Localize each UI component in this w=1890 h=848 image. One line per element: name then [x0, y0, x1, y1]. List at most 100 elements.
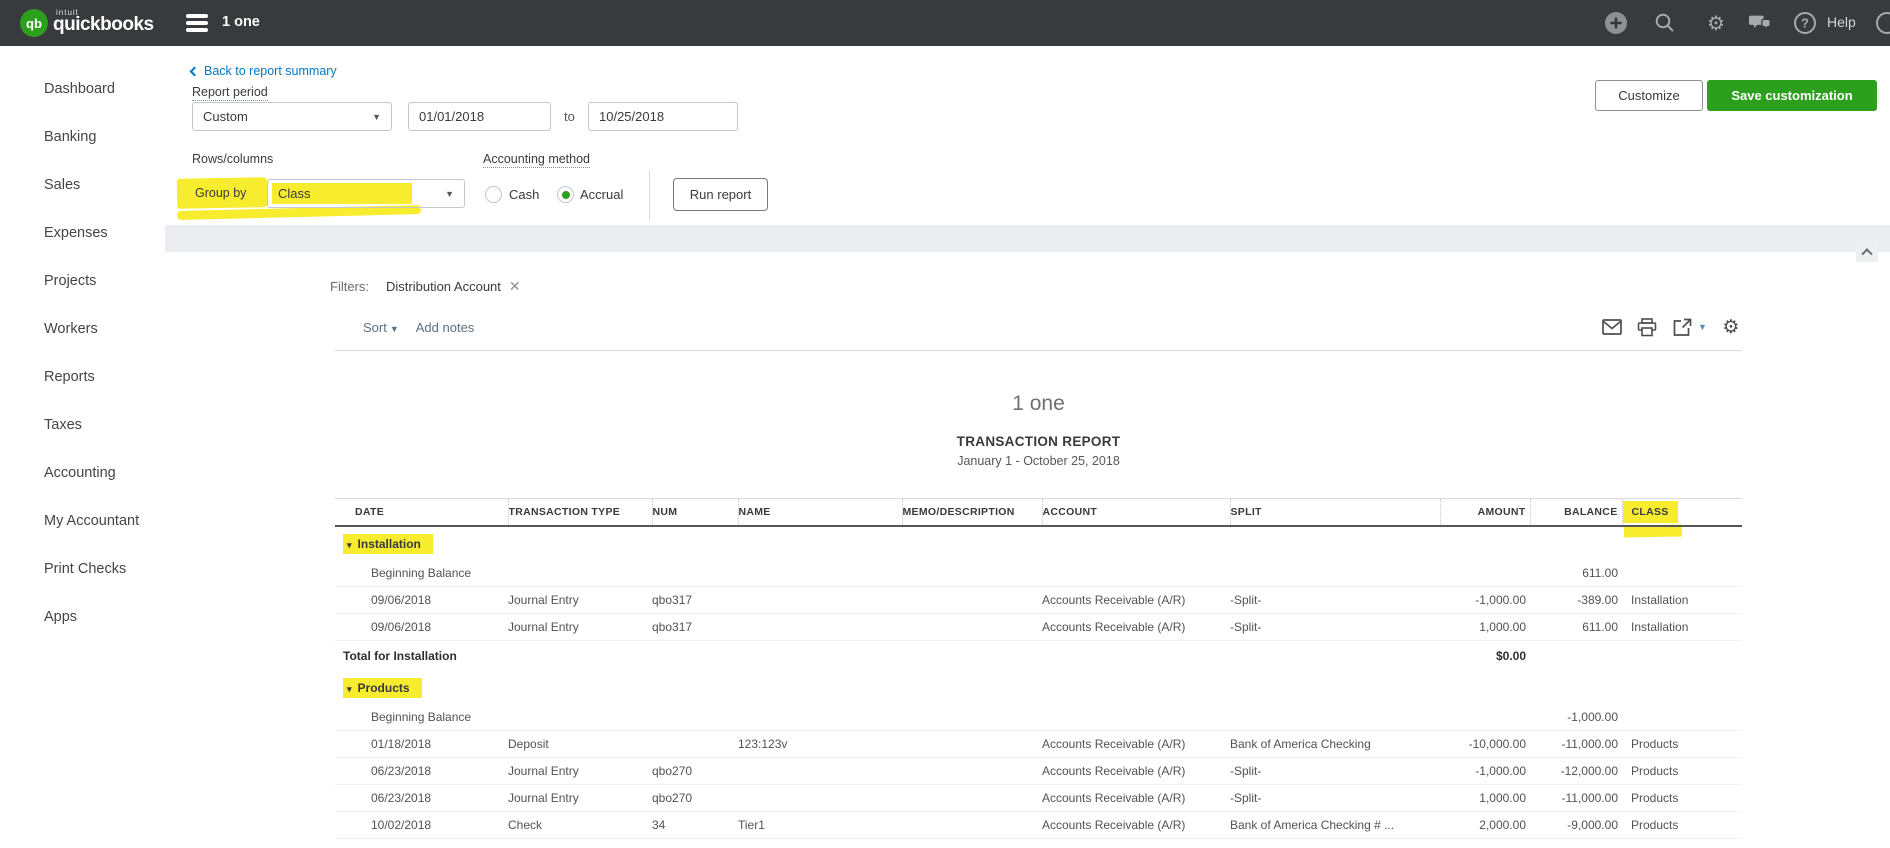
transaction-row[interactable]: 09/06/2018Journal Entryqbo317Accounts Re…: [335, 587, 1742, 614]
sidebar-item-workers[interactable]: Workers: [0, 305, 165, 353]
report-toolbar: Sort▼ Add notes: [363, 320, 474, 335]
help-label[interactable]: Help: [1827, 14, 1856, 30]
cell-balance: -1,000.00: [1530, 704, 1622, 731]
cell-empty: [1440, 560, 1530, 587]
cell-account: Accounts Receivable (A/R): [1042, 812, 1230, 839]
highlighted-column-label: CLASS: [1623, 501, 1678, 523]
group-header-row-products: ▾Products: [335, 671, 1742, 704]
email-icon[interactable]: [1601, 316, 1623, 338]
transaction-row[interactable]: 10/02/2018Check34Tier1Accounts Receivabl…: [335, 812, 1742, 839]
print-icon[interactable]: [1636, 316, 1658, 338]
help-icon[interactable]: ?: [1793, 11, 1817, 35]
cell-amount: 1,000.00: [1440, 614, 1530, 641]
date-to-input[interactable]: [588, 102, 738, 131]
create-plus-icon[interactable]: [1604, 11, 1628, 35]
cell-memo: [902, 731, 1042, 758]
column-header-balance: BALANCE: [1530, 499, 1622, 527]
run-report-button[interactable]: Run report: [673, 178, 768, 211]
report-period-select[interactable]: Custom ▼: [192, 102, 392, 131]
transaction-row[interactable]: 09/06/2018Journal Entryqbo317Accounts Re…: [335, 614, 1742, 641]
accrual-radio[interactable]: [557, 186, 574, 203]
cell-num: qbo317: [652, 614, 738, 641]
sidebar-item-print-checks[interactable]: Print Checks: [0, 545, 165, 593]
report-period-label: Report period: [192, 85, 268, 101]
sidebar-item-accounting[interactable]: Accounting: [0, 449, 165, 497]
company-name: 1 one: [222, 14, 260, 30]
cell-class: Products: [1622, 812, 1742, 839]
toolbar-divider: [335, 350, 1742, 351]
cell-class: Installation: [1622, 587, 1742, 614]
gear-icon[interactable]: ⚙: [1704, 11, 1728, 35]
cell-type: Journal Entry: [508, 758, 652, 785]
report-table-body: ▾InstallationBeginning Balance611.0009/0…: [335, 526, 1742, 848]
chevron-down-icon: ▼: [390, 324, 399, 334]
cell-amount: -10,000.00: [1440, 731, 1530, 758]
cell-account: Accounts Receivable (A/R): [1042, 758, 1230, 785]
profile-icon-partial[interactable]: [1876, 12, 1890, 34]
sidebar-item-dashboard[interactable]: Dashboard: [0, 65, 165, 113]
sidebar-item-my-accountant[interactable]: My Accountant: [0, 497, 165, 545]
cell-account: Accounts Receivable (A/R): [1042, 731, 1230, 758]
accrual-label: Accrual: [580, 187, 623, 202]
add-notes-link[interactable]: Add notes: [416, 320, 475, 335]
cell-split: -Split-: [1230, 614, 1440, 641]
cell-balance: -389.00: [1530, 587, 1622, 614]
beginning-balance-row: Beginning Balance611.00: [335, 560, 1742, 587]
cell-name: [738, 758, 902, 785]
sidebar-item-banking[interactable]: Banking: [0, 113, 165, 161]
cell-date: 01/18/2018: [335, 731, 508, 758]
quickbooks-wordmark: quickbooks: [53, 14, 154, 36]
group-by-select[interactable]: Class ▼: [267, 179, 465, 208]
group-toggle-products[interactable]: ▾Products: [343, 678, 422, 698]
group-toggle-installation[interactable]: ▾Installation: [343, 534, 433, 554]
cell-balance: -11,000.00: [1530, 731, 1622, 758]
cell-empty: [652, 704, 738, 731]
group-by-label: Group by: [195, 186, 246, 200]
transaction-row[interactable]: 06/23/2018Journal Entryqbo270Accounts Re…: [335, 785, 1742, 812]
transaction-row[interactable]: 06/23/2018Journal Entryqbo270Accounts Re…: [335, 758, 1742, 785]
cash-radio[interactable]: [485, 186, 502, 203]
export-chevron-down-icon[interactable]: ▼: [1698, 322, 1707, 332]
hamburger-menu-icon[interactable]: [186, 14, 210, 35]
filters-row: Filters: Distribution Account ✕: [330, 278, 521, 295]
cell-memo: [902, 587, 1042, 614]
sidebar: DashboardBankingSalesExpensesProjectsWor…: [0, 46, 165, 848]
cell-amount: -1,000.00: [1440, 758, 1530, 785]
search-icon[interactable]: [1653, 11, 1677, 35]
chat-icon[interactable]: [1748, 11, 1772, 35]
cell-name: 123:123v: [738, 731, 902, 758]
quickbooks-logo-icon: qb: [20, 9, 48, 37]
filter-chip-distribution-account[interactable]: Distribution Account: [386, 279, 501, 294]
sidebar-item-projects[interactable]: Projects: [0, 257, 165, 305]
export-icon[interactable]: [1671, 316, 1693, 338]
cell-type: Journal Entry: [508, 587, 652, 614]
total-row-products: Total for Products$ -8,000.00: [335, 839, 1742, 848]
column-header-amount: AMOUNT: [1440, 499, 1530, 527]
cell-num: qbo270: [652, 758, 738, 785]
report-action-icons: ▼ ⚙: [1601, 316, 1742, 338]
rows-columns-label: Rows/columns: [192, 152, 273, 166]
filters-label: Filters:: [330, 279, 369, 294]
quickbooks-logo[interactable]: qb intuit quickbooks: [20, 8, 53, 38]
report-settings-gear-icon[interactable]: ⚙: [1720, 316, 1742, 338]
group-header-cell: ▾Installation: [335, 526, 1742, 560]
column-header-transaction-type: TRANSACTION TYPE: [508, 499, 652, 527]
cell-empty: [508, 560, 652, 587]
date-from-input[interactable]: [408, 102, 551, 131]
sort-menu[interactable]: Sort▼: [363, 320, 399, 335]
cell-date: 06/23/2018: [335, 785, 508, 812]
scrollbar-up-arrow[interactable]: [1856, 240, 1878, 262]
sidebar-item-taxes[interactable]: Taxes: [0, 401, 165, 449]
save-customization-button[interactable]: Save customization: [1707, 80, 1877, 111]
filter-remove-icon[interactable]: ✕: [509, 278, 521, 295]
customize-button[interactable]: Customize: [1595, 80, 1703, 111]
transaction-row[interactable]: 01/18/2018Deposit123:123vAccounts Receiv…: [335, 731, 1742, 758]
sidebar-item-apps[interactable]: Apps: [0, 593, 165, 641]
total-label: Total for Installation: [335, 641, 1440, 672]
sidebar-item-expenses[interactable]: Expenses: [0, 209, 165, 257]
sidebar-item-reports[interactable]: Reports: [0, 353, 165, 401]
cell-empty: [1440, 704, 1530, 731]
sidebar-item-sales[interactable]: Sales: [0, 161, 165, 209]
cell-empty: [508, 704, 652, 731]
back-to-report-summary-link[interactable]: Back to report summary: [191, 64, 337, 78]
